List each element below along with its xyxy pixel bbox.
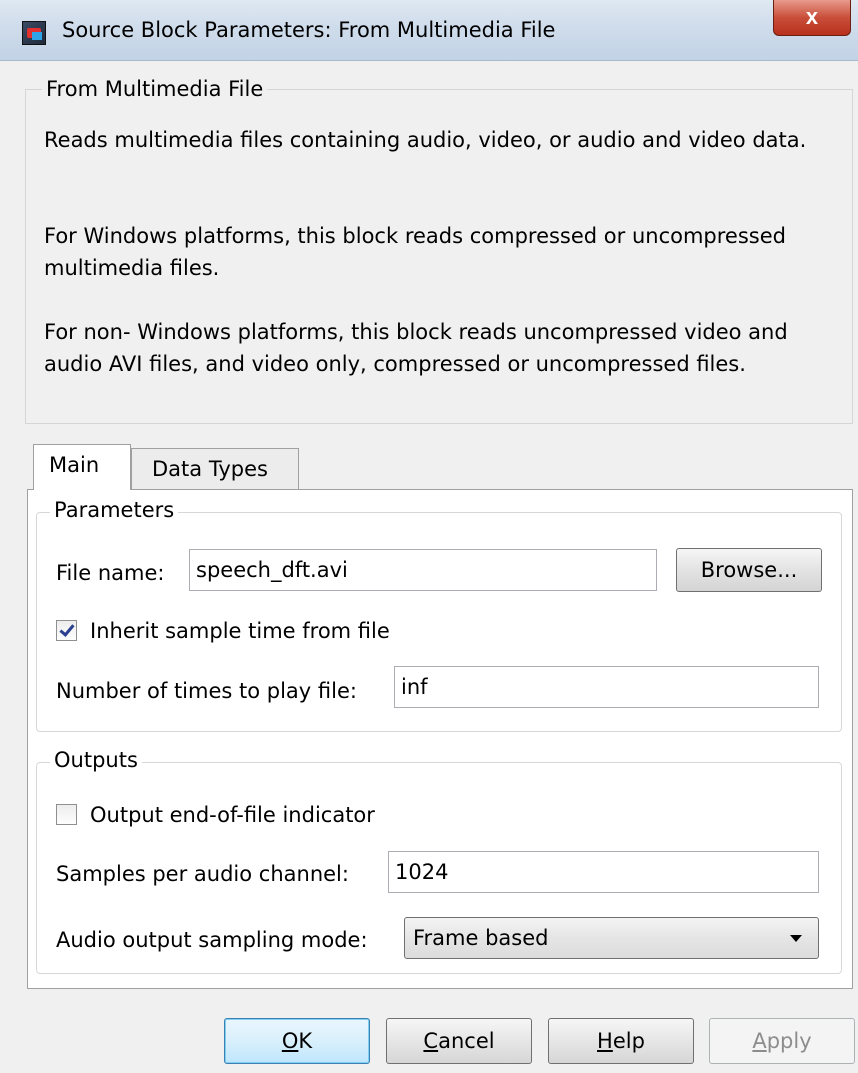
- apply-label-rest: pply: [766, 1029, 812, 1053]
- output-eof-checkbox[interactable]: [56, 804, 77, 825]
- help-button[interactable]: Help: [548, 1018, 694, 1064]
- window-title: Source Block Parameters: From Multimedia…: [62, 18, 556, 42]
- play-times-label: Number of times to play file:: [56, 679, 357, 703]
- cancel-label-rest: ancel: [438, 1029, 495, 1053]
- file-name-input[interactable]: speech_dft.avi: [189, 549, 657, 591]
- close-button[interactable]: x: [773, 0, 851, 36]
- play-times-input[interactable]: inf: [394, 666, 819, 708]
- sampling-mode-value: Frame based: [413, 926, 549, 950]
- title-bar: Source Block Parameters: From Multimedia…: [0, 0, 858, 61]
- description-group-title: From Multimedia File: [42, 77, 268, 101]
- cancel-button[interactable]: Cancel: [386, 1018, 532, 1064]
- apply-mnemonic: A: [752, 1029, 767, 1053]
- ok-mnemonic: O: [281, 1029, 299, 1053]
- file-name-label: File name:: [56, 561, 165, 585]
- sampling-mode-select[interactable]: Frame based: [404, 917, 819, 959]
- sampling-mode-label: Audio output sampling mode:: [56, 928, 368, 952]
- simulink-block-icon: [22, 21, 46, 45]
- description-paragraph-3: For non- Windows platforms, this block r…: [44, 320, 788, 376]
- tab-data-types[interactable]: Data Types: [131, 448, 299, 490]
- help-mnemonic: H: [597, 1029, 613, 1053]
- chevron-down-icon: [790, 935, 802, 942]
- outputs-group-title: Outputs: [50, 748, 142, 772]
- parameters-group-title: Parameters: [50, 498, 179, 522]
- inherit-sample-time-label: Inherit sample time from file: [90, 619, 390, 643]
- cancel-mnemonic: C: [423, 1029, 439, 1053]
- ok-button[interactable]: OK: [224, 1018, 370, 1064]
- apply-button[interactable]: Apply: [709, 1018, 855, 1064]
- browse-button[interactable]: Browse...: [676, 548, 822, 592]
- samples-per-channel-label: Samples per audio channel:: [56, 862, 349, 886]
- help-label-rest: elp: [612, 1029, 645, 1053]
- output-eof-label: Output end-of-file indicator: [90, 803, 375, 827]
- samples-per-channel-input[interactable]: 1024: [388, 851, 819, 893]
- description-paragraph-1: Reads multimedia files containing audio,…: [44, 128, 807, 152]
- tab-main[interactable]: Main: [33, 444, 131, 490]
- ok-label-rest: K: [298, 1029, 313, 1053]
- inherit-sample-time-checkbox[interactable]: [56, 620, 77, 641]
- description-paragraph-2: For Windows platforms, this block reads …: [44, 224, 786, 280]
